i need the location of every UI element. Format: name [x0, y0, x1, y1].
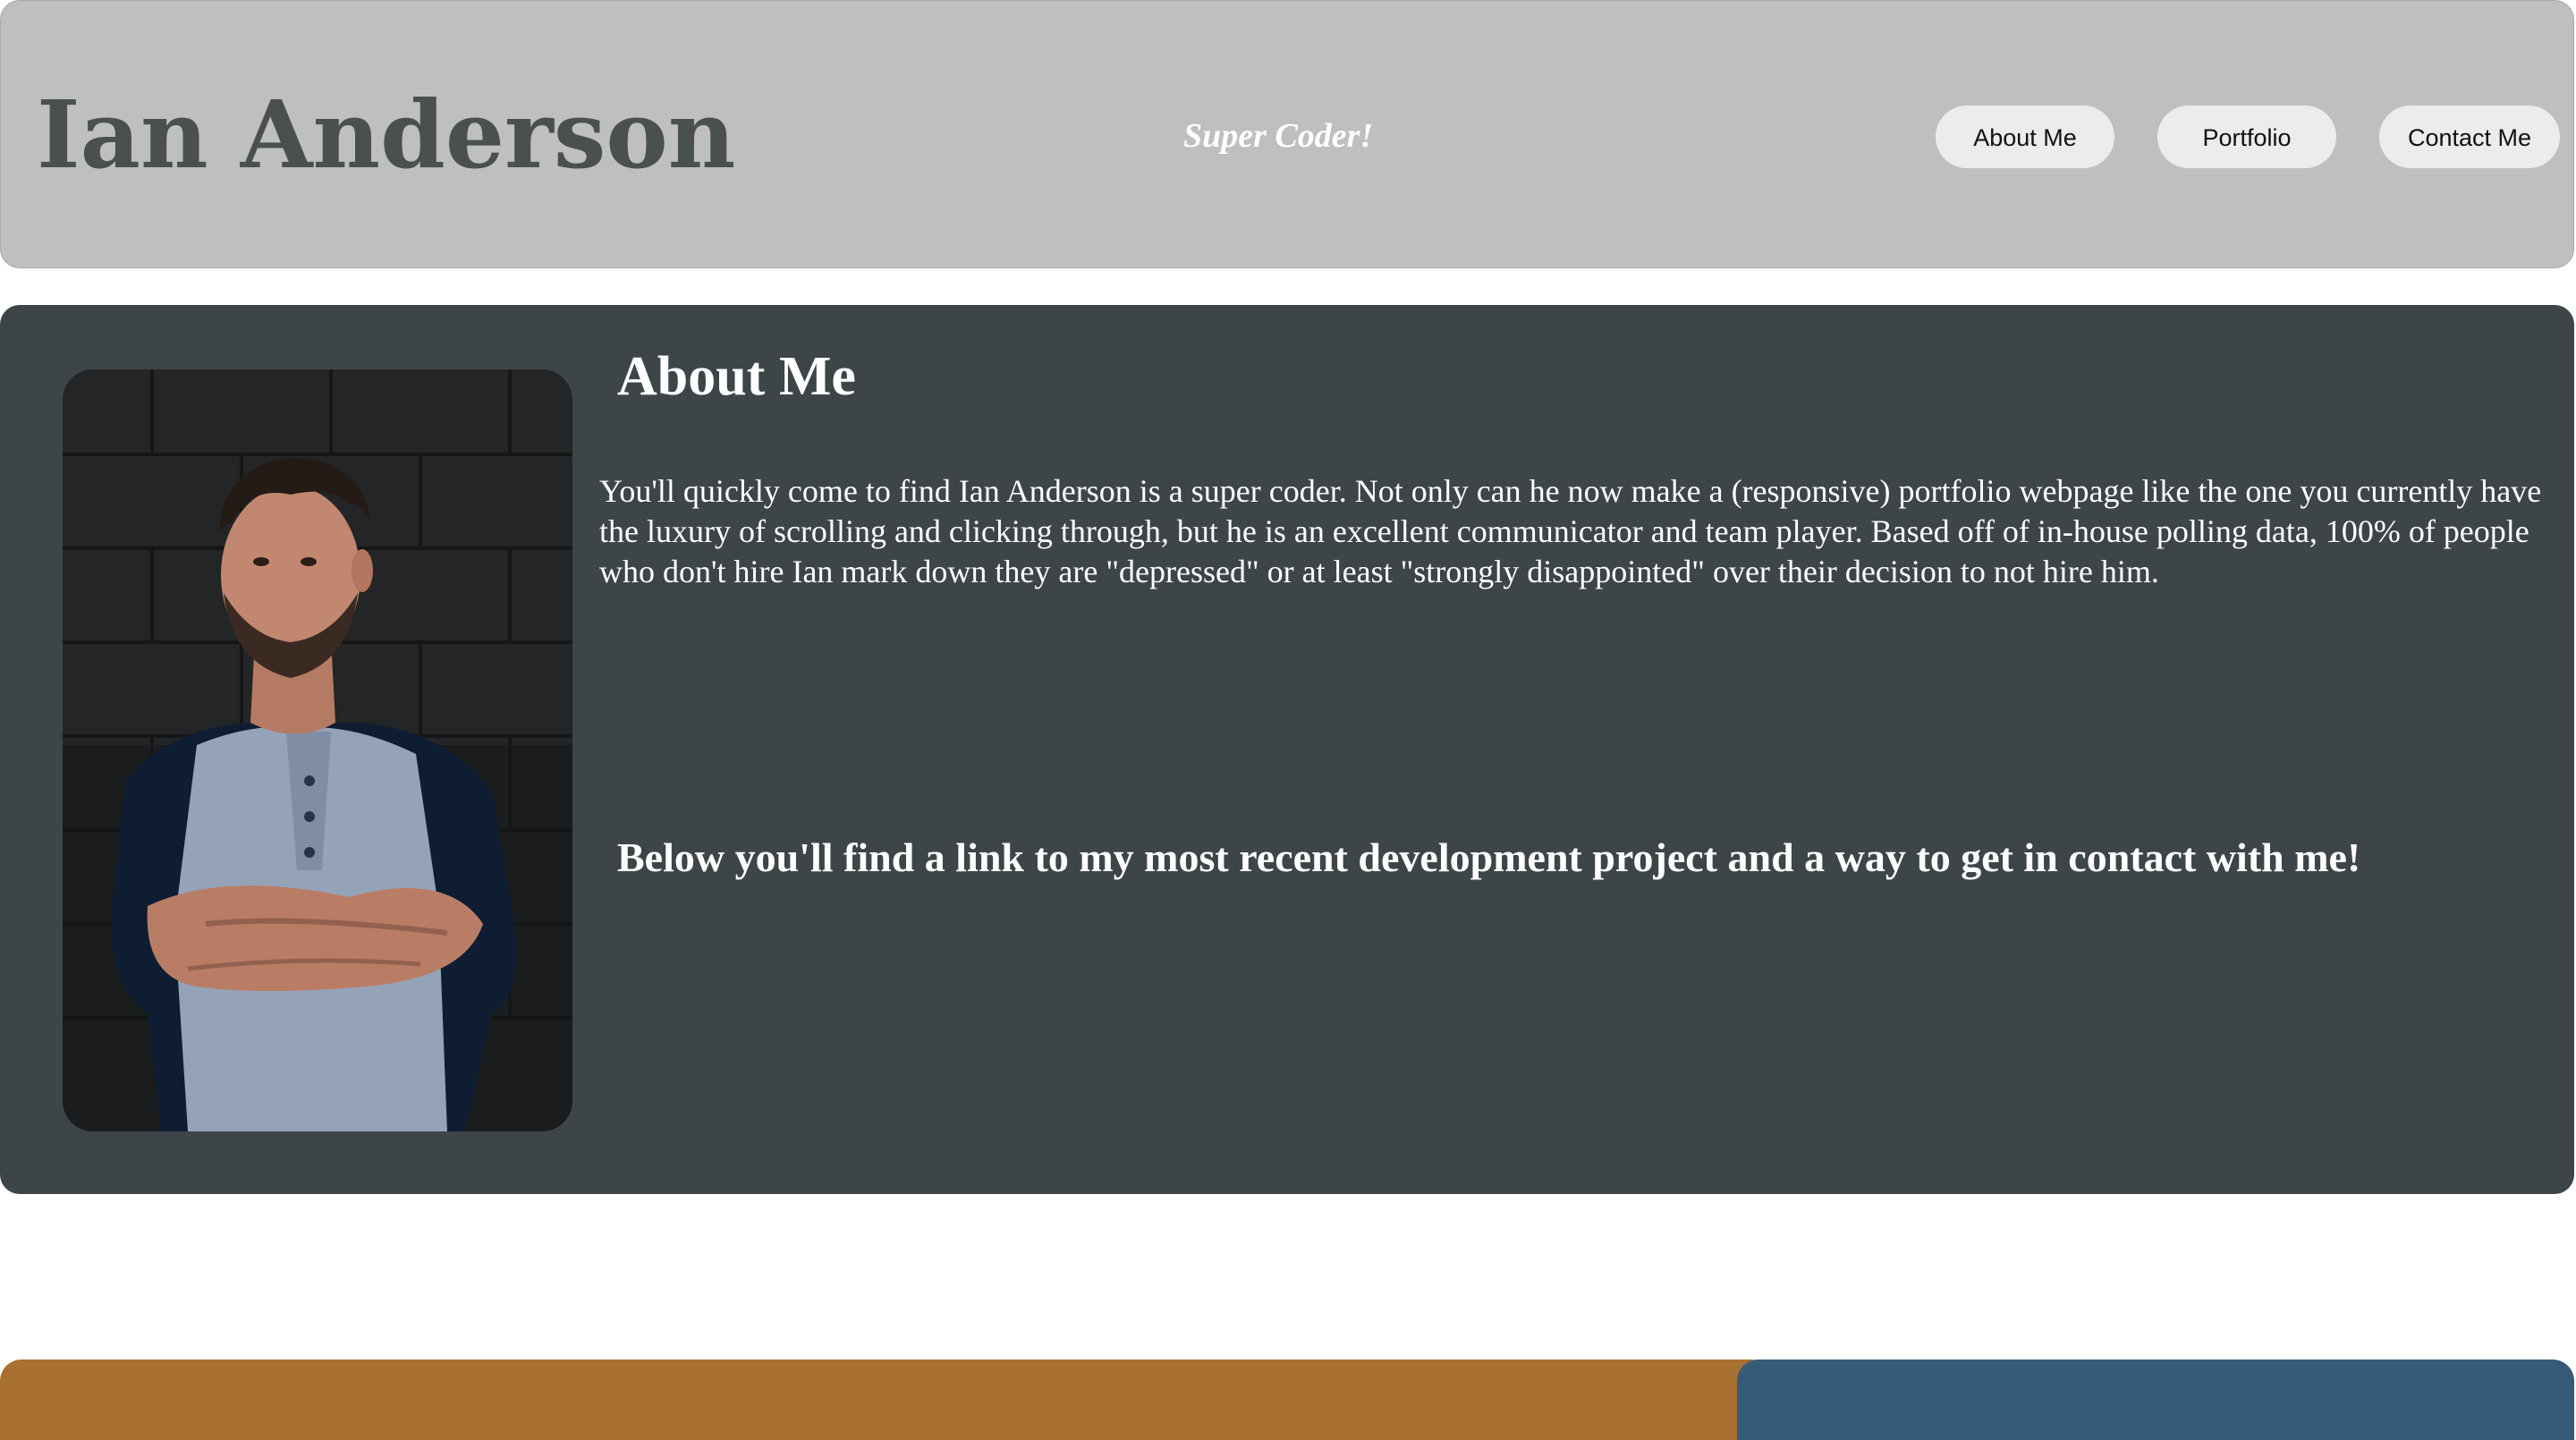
site-header: Ian Anderson Super Coder! About Me Portf…	[0, 0, 2574, 268]
contact-section-panel	[1737, 1360, 2574, 1440]
about-me-button[interactable]: About Me	[1936, 106, 2114, 168]
projects-intro-heading: Below you'll find a link to my most rece…	[617, 834, 2361, 880]
site-tagline: Super Coder!	[1183, 117, 1374, 155]
about-section: About Me You'll quickly come to find Ian…	[0, 305, 2574, 1194]
projects-section-panel	[0, 1360, 1753, 1440]
site-title: Ian Anderson	[37, 80, 736, 190]
about-paragraph: You'll quickly come to find Ian Anderson…	[599, 473, 2542, 589]
portfolio-button[interactable]: Portfolio	[2157, 106, 2336, 168]
profile-photo	[63, 369, 572, 1131]
contact-me-button[interactable]: Contact Me	[2379, 106, 2560, 168]
about-heading: About Me	[617, 346, 856, 407]
